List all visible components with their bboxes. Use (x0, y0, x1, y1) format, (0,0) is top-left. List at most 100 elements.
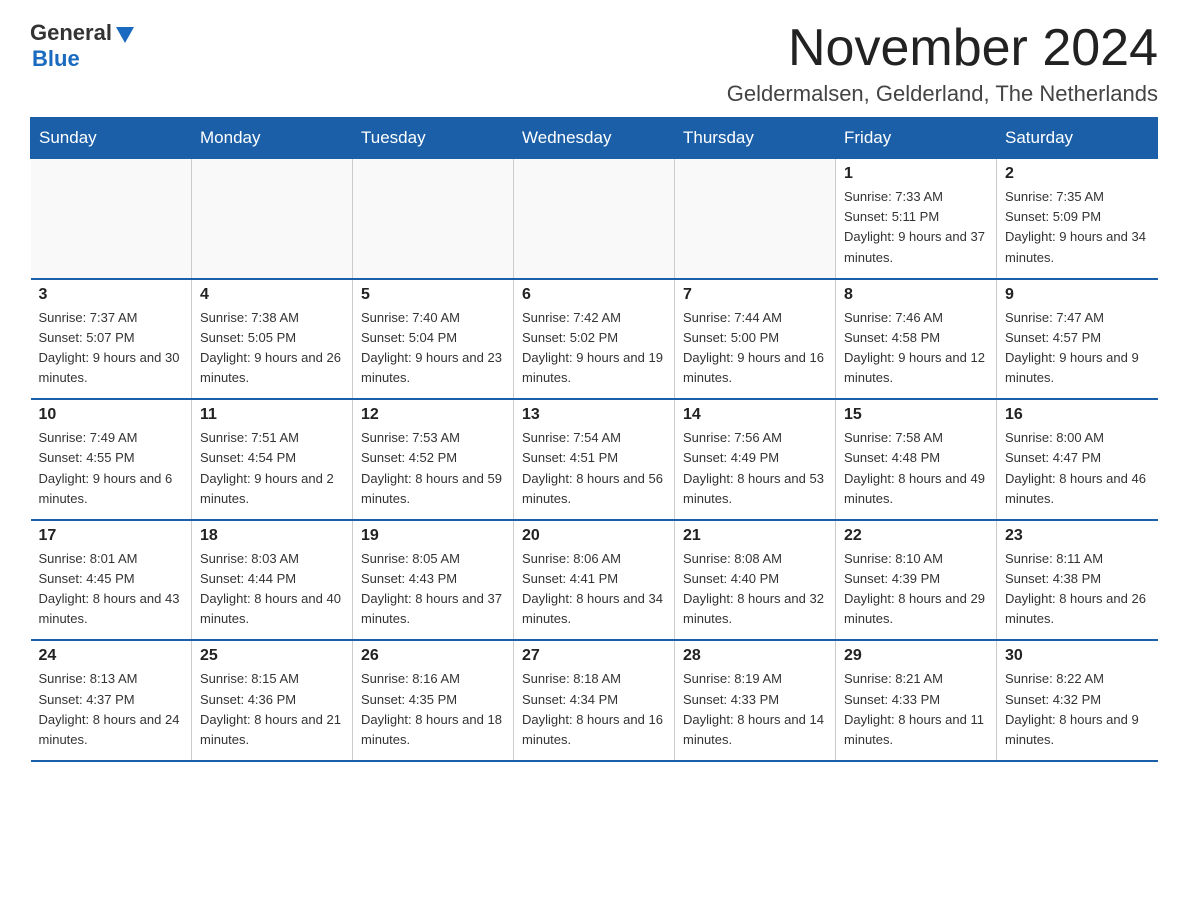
day-number: 23 (1005, 527, 1150, 545)
calendar-cell: 10 Sunrise: 7:49 AM Sunset: 4:55 PM Dayli… (31, 399, 192, 520)
calendar-cell: 15Sunrise: 7:58 AM Sunset: 4:48 PM Dayli… (836, 399, 997, 520)
calendar-cell: 7 Sunrise: 7:44 AM Sunset: 5:00 PM Daylig… (675, 279, 836, 400)
day-number: 7 (683, 286, 827, 304)
calendar-cell (514, 159, 675, 279)
day-info: Sunrise: 7:51 AM Sunset: 4:54 PM Dayligh… (200, 428, 344, 509)
calendar-week-row: 1 Sunrise: 7:33 AM Sunset: 5:11 PM Daylig… (31, 159, 1158, 279)
calendar-cell: 24Sunrise: 8:13 AM Sunset: 4:37 PM Dayli… (31, 640, 192, 761)
calendar-cell: 12 Sunrise: 7:53 AM Sunset: 4:52 PM Dayli… (353, 399, 514, 520)
day-number: 27 (522, 647, 666, 665)
day-info: Sunrise: 7:47 AM Sunset: 4:57 PM Dayligh… (1005, 308, 1150, 389)
day-number: 20 (522, 527, 666, 545)
day-info: Sunrise: 7:53 AM Sunset: 4:52 PM Dayligh… (361, 428, 505, 509)
calendar-cell: 19Sunrise: 8:05 AM Sunset: 4:43 PM Dayli… (353, 520, 514, 641)
day-number: 12 (361, 406, 505, 424)
day-info: Sunrise: 7:46 AM Sunset: 4:58 PM Dayligh… (844, 308, 988, 389)
day-info: Sunrise: 7:35 AM Sunset: 5:09 PM Dayligh… (1005, 187, 1150, 268)
calendar-cell: 30 Sunrise: 8:22 AM Sunset: 4:32 PM Dayli… (997, 640, 1158, 761)
calendar-cell: 28 Sunrise: 8:19 AM Sunset: 4:33 PM Dayli… (675, 640, 836, 761)
day-number: 11 (200, 406, 344, 424)
day-info: Sunrise: 8:15 AM Sunset: 4:36 PM Dayligh… (200, 669, 344, 750)
calendar-cell: 14 Sunrise: 7:56 AM Sunset: 4:49 PM Dayli… (675, 399, 836, 520)
day-number: 18 (200, 527, 344, 545)
calendar-cell: 23 Sunrise: 8:11 AM Sunset: 4:38 PM Dayli… (997, 520, 1158, 641)
calendar-cell: 22 Sunrise: 8:10 AM Sunset: 4:39 PM Dayli… (836, 520, 997, 641)
calendar-cell: 11 Sunrise: 7:51 AM Sunset: 4:54 PM Dayli… (192, 399, 353, 520)
calendar-cell: 16 Sunrise: 8:00 AM Sunset: 4:47 PM Dayli… (997, 399, 1158, 520)
day-number: 29 (844, 647, 988, 665)
day-number: 28 (683, 647, 827, 665)
calendar-cell: 6 Sunrise: 7:42 AM Sunset: 5:02 PM Daylig… (514, 279, 675, 400)
weekday-header-tuesday: Tuesday (353, 118, 514, 159)
calendar-cell: 4 Sunrise: 7:38 AM Sunset: 5:05 PM Daylig… (192, 279, 353, 400)
weekday-header-friday: Friday (836, 118, 997, 159)
weekday-header-thursday: Thursday (675, 118, 836, 159)
day-number: 15 (844, 406, 988, 424)
title-area: November 2024 Geldermalsen, Gelderland, … (727, 20, 1158, 107)
calendar-cell: 29 Sunrise: 8:21 AM Sunset: 4:33 PM Dayli… (836, 640, 997, 761)
day-info: Sunrise: 8:08 AM Sunset: 4:40 PM Dayligh… (683, 549, 827, 630)
day-number: 10 (39, 406, 184, 424)
logo-icon: General Blue (30, 20, 136, 72)
calendar-week-row: 10 Sunrise: 7:49 AM Sunset: 4:55 PM Dayli… (31, 399, 1158, 520)
day-number: 16 (1005, 406, 1150, 424)
calendar-cell: 9Sunrise: 7:47 AM Sunset: 4:57 PM Daylig… (997, 279, 1158, 400)
weekday-header-wednesday: Wednesday (514, 118, 675, 159)
day-info: Sunrise: 8:22 AM Sunset: 4:32 PM Dayligh… (1005, 669, 1150, 750)
weekday-header-sunday: Sunday (31, 118, 192, 159)
day-info: Sunrise: 7:38 AM Sunset: 5:05 PM Dayligh… (200, 308, 344, 389)
calendar-cell: 21 Sunrise: 8:08 AM Sunset: 4:40 PM Dayli… (675, 520, 836, 641)
day-number: 26 (361, 647, 505, 665)
calendar-week-row: 17 Sunrise: 8:01 AM Sunset: 4:45 PM Dayli… (31, 520, 1158, 641)
logo: General Blue (30, 20, 136, 72)
day-info: Sunrise: 8:11 AM Sunset: 4:38 PM Dayligh… (1005, 549, 1150, 630)
day-info: Sunrise: 7:54 AM Sunset: 4:51 PM Dayligh… (522, 428, 666, 509)
calendar-cell: 18Sunrise: 8:03 AM Sunset: 4:44 PM Dayli… (192, 520, 353, 641)
day-info: Sunrise: 8:13 AM Sunset: 4:37 PM Dayligh… (39, 669, 184, 750)
calendar-cell: 26 Sunrise: 8:16 AM Sunset: 4:35 PM Dayli… (353, 640, 514, 761)
calendar-cell: 5Sunrise: 7:40 AM Sunset: 5:04 PM Daylig… (353, 279, 514, 400)
day-number: 4 (200, 286, 344, 304)
day-info: Sunrise: 7:49 AM Sunset: 4:55 PM Dayligh… (39, 428, 184, 509)
day-number: 6 (522, 286, 666, 304)
day-info: Sunrise: 8:16 AM Sunset: 4:35 PM Dayligh… (361, 669, 505, 750)
day-info: Sunrise: 8:10 AM Sunset: 4:39 PM Dayligh… (844, 549, 988, 630)
weekday-header-monday: Monday (192, 118, 353, 159)
day-info: Sunrise: 7:40 AM Sunset: 5:04 PM Dayligh… (361, 308, 505, 389)
day-info: Sunrise: 7:44 AM Sunset: 5:00 PM Dayligh… (683, 308, 827, 389)
day-info: Sunrise: 8:01 AM Sunset: 4:45 PM Dayligh… (39, 549, 184, 630)
calendar-cell: 13Sunrise: 7:54 AM Sunset: 4:51 PM Dayli… (514, 399, 675, 520)
logo-general-text: General (30, 20, 112, 46)
calendar-cell: 8Sunrise: 7:46 AM Sunset: 4:58 PM Daylig… (836, 279, 997, 400)
day-info: Sunrise: 8:19 AM Sunset: 4:33 PM Dayligh… (683, 669, 827, 750)
weekday-header-row: SundayMondayTuesdayWednesdayThursdayFrid… (31, 118, 1158, 159)
month-title: November 2024 (727, 20, 1158, 77)
calendar-cell: 3 Sunrise: 7:37 AM Sunset: 5:07 PM Daylig… (31, 279, 192, 400)
day-number: 17 (39, 527, 184, 545)
calendar-cell: 1 Sunrise: 7:33 AM Sunset: 5:11 PM Daylig… (836, 159, 997, 279)
calendar-week-row: 24Sunrise: 8:13 AM Sunset: 4:37 PM Dayli… (31, 640, 1158, 761)
day-info: Sunrise: 7:33 AM Sunset: 5:11 PM Dayligh… (844, 187, 988, 268)
day-info: Sunrise: 8:18 AM Sunset: 4:34 PM Dayligh… (522, 669, 666, 750)
day-number: 14 (683, 406, 827, 424)
day-info: Sunrise: 7:37 AM Sunset: 5:07 PM Dayligh… (39, 308, 184, 389)
calendar-cell (353, 159, 514, 279)
location-title: Geldermalsen, Gelderland, The Netherland… (727, 81, 1158, 107)
day-info: Sunrise: 8:00 AM Sunset: 4:47 PM Dayligh… (1005, 428, 1150, 509)
calendar-cell (192, 159, 353, 279)
calendar-table: SundayMondayTuesdayWednesdayThursdayFrid… (30, 117, 1158, 762)
day-info: Sunrise: 8:21 AM Sunset: 4:33 PM Dayligh… (844, 669, 988, 750)
day-number: 2 (1005, 165, 1150, 183)
calendar-cell (31, 159, 192, 279)
day-info: Sunrise: 7:56 AM Sunset: 4:49 PM Dayligh… (683, 428, 827, 509)
day-info: Sunrise: 7:42 AM Sunset: 5:02 PM Dayligh… (522, 308, 666, 389)
day-number: 1 (844, 165, 988, 183)
day-number: 21 (683, 527, 827, 545)
page-header: General Blue November 2024 Geldermalsen,… (30, 20, 1158, 107)
day-number: 22 (844, 527, 988, 545)
day-number: 19 (361, 527, 505, 545)
day-number: 3 (39, 286, 184, 304)
calendar-cell: 25Sunrise: 8:15 AM Sunset: 4:36 PM Dayli… (192, 640, 353, 761)
day-number: 30 (1005, 647, 1150, 665)
calendar-cell: 17 Sunrise: 8:01 AM Sunset: 4:45 PM Dayli… (31, 520, 192, 641)
